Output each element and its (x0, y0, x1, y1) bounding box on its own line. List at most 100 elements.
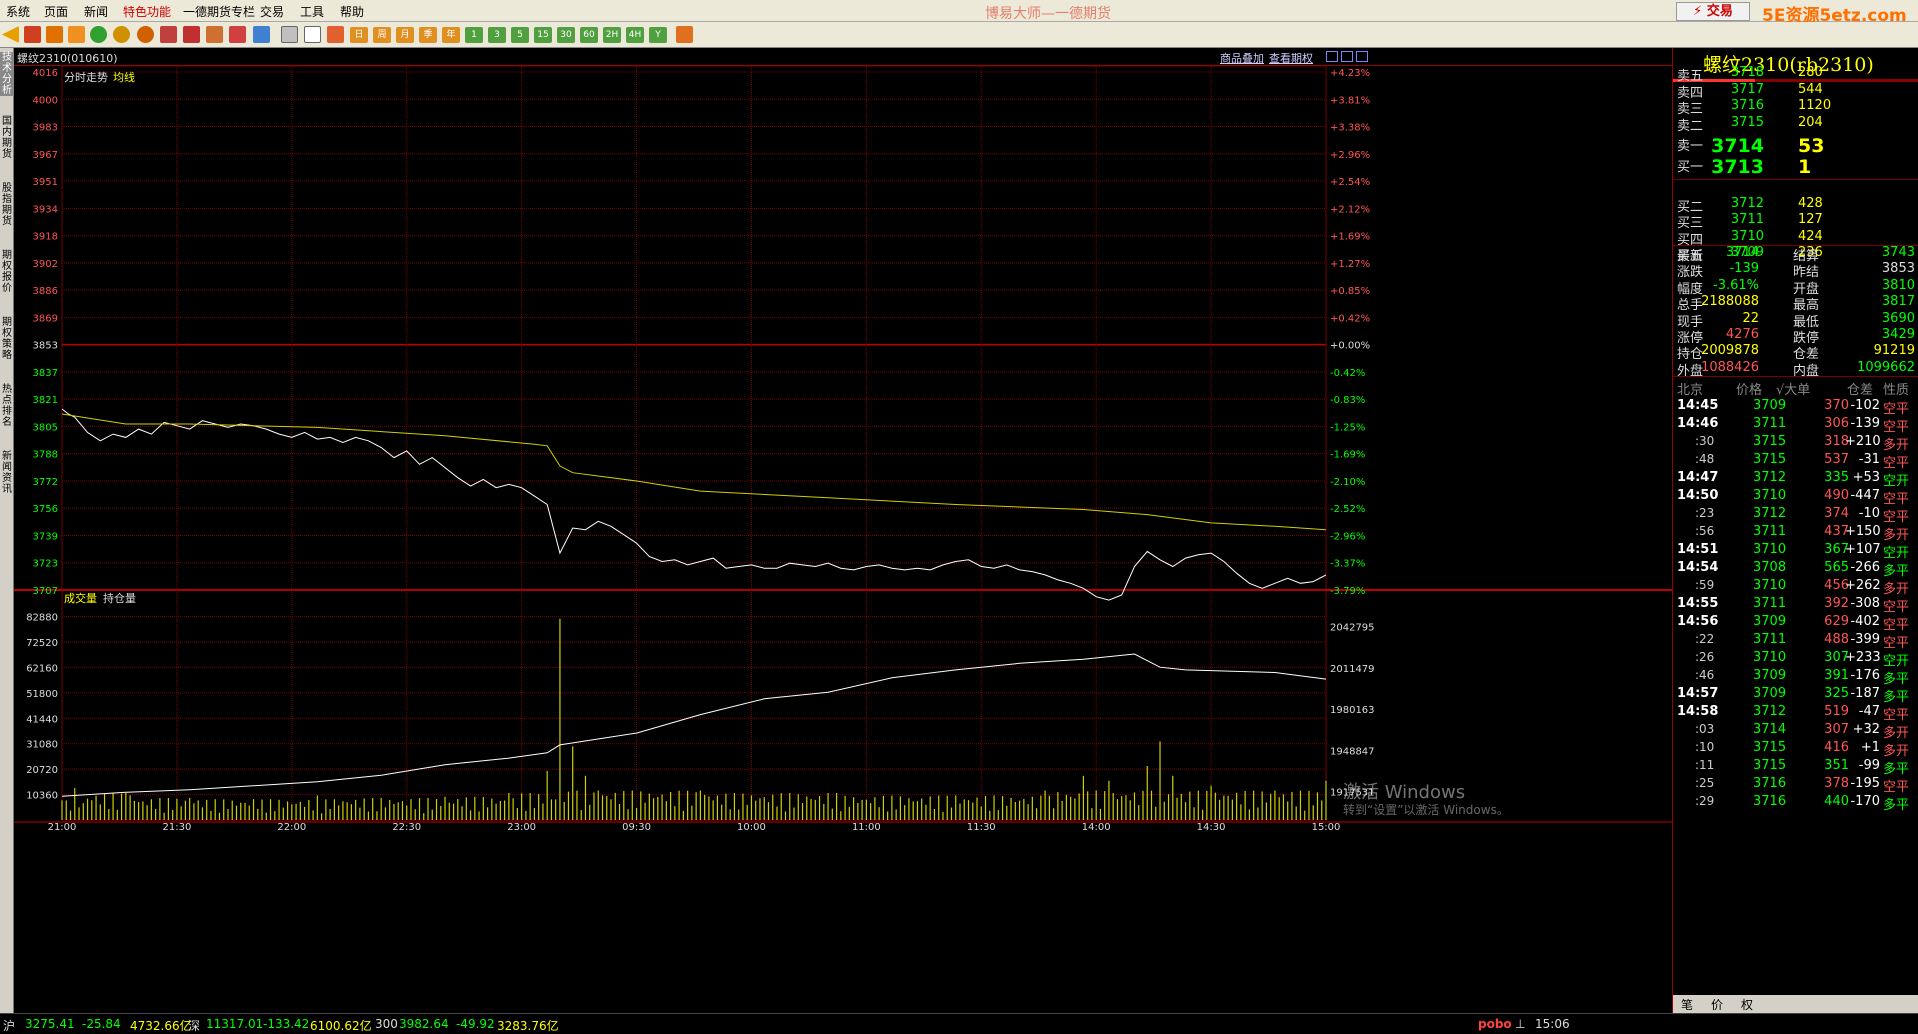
tick-time: :23 (1695, 506, 1715, 520)
ask-label: 卖二 (1677, 118, 1704, 134)
left-tab-options-strategy[interactable]: 期权策略 (0, 317, 14, 361)
ask-price: 3716 (1730, 98, 1764, 113)
time-tick-label: 11:00 (852, 822, 881, 833)
period-60min-button[interactable]: 60 (580, 27, 598, 43)
price-panel-frame (61, 66, 1327, 591)
left-tab-options-quote[interactable]: 期权报价 (0, 250, 14, 294)
overlay-link[interactable]: 商品叠加 (1220, 50, 1264, 66)
back-arrow-icon[interactable] (2, 26, 19, 43)
filter-icon[interactable] (229, 26, 246, 43)
menu-yide-column[interactable]: 一德期货专栏 (183, 3, 255, 20)
layout-icon-1[interactable] (1326, 51, 1338, 62)
tick-time: 14:46 (1677, 416, 1719, 431)
period-5min-button[interactable]: 5 (511, 27, 529, 43)
period-1min-button[interactable]: 1 (465, 27, 483, 43)
tab-rights[interactable]: 权 (1741, 996, 1753, 1013)
period-30min-button[interactable]: 30 (557, 27, 575, 43)
period-day-button[interactable]: 日 (350, 27, 368, 43)
tick-time: :48 (1695, 452, 1715, 466)
table-icon[interactable] (281, 26, 298, 43)
tick-oi-change: -99 (1858, 758, 1880, 773)
search-icon[interactable] (113, 26, 130, 43)
time-tick-label: 21:30 (162, 822, 191, 833)
left-tab-hot-ranking[interactable]: 热点排名 (0, 384, 14, 428)
tick-price: 3716 (1753, 776, 1787, 791)
brush-icon[interactable] (206, 26, 223, 43)
tick-oi-change: +262 (1845, 578, 1881, 593)
time-tick-label: 22:30 (392, 822, 421, 833)
tick-volume: 367 (1824, 542, 1849, 557)
tick-price: 3711 (1753, 416, 1787, 431)
left-tab-news[interactable]: 新闻资讯 (0, 451, 14, 495)
status-sh-change: -25.84 (82, 1017, 121, 1031)
price-tick-label: 4000 (33, 95, 58, 106)
layout-icon-3[interactable] (1356, 51, 1368, 62)
calendar-icon[interactable] (676, 26, 693, 43)
time-tick-label: 21:00 (48, 822, 77, 833)
ask-row[interactable]: 卖一 3714 53 (1673, 135, 1918, 157)
left-tab-domestic-futures[interactable]: 国内期货 (0, 116, 14, 160)
period-15min-button[interactable]: 15 (534, 27, 552, 43)
tick-volume: 456 (1824, 578, 1849, 593)
menu-trade[interactable]: 交易 (260, 3, 284, 20)
menu-system[interactable]: 系统 (6, 3, 30, 20)
period-2h-button[interactable]: 2H (603, 27, 621, 43)
time-tick-label: 15:00 (1312, 822, 1341, 833)
price-tick-label: 3951 (33, 177, 58, 188)
bid-row[interactable]: 买一 3713 1 (1673, 156, 1918, 178)
tick-volume: 374 (1824, 506, 1849, 521)
period-year-button[interactable]: 年 (442, 27, 460, 43)
zoom-icon[interactable] (137, 26, 154, 43)
tick-volume: 440 (1824, 794, 1849, 809)
stat-value: -3.61% (1713, 277, 1759, 293)
tick-time: 14:57 (1677, 686, 1719, 701)
price-tick-label: 3934 (33, 204, 58, 215)
period-quarter-button[interactable]: 季 (419, 27, 437, 43)
menu-page[interactable]: 页面 (44, 3, 68, 20)
folder-icon[interactable] (68, 26, 85, 43)
status-sh-amount: 4732.66亿 (130, 1019, 192, 1033)
period-4h-button[interactable]: 4H (626, 27, 644, 43)
window-icon[interactable] (160, 26, 177, 43)
period-3min-button[interactable]: 3 (488, 27, 506, 43)
tick-time: 14:47 (1677, 470, 1719, 485)
price-tick-label: 3902 (33, 259, 58, 270)
tick-oi-change: +150 (1845, 524, 1881, 539)
home-icon[interactable] (24, 26, 41, 43)
tick-price: 3715 (1753, 740, 1787, 755)
time-tick-label: 14:00 (1082, 822, 1111, 833)
menu-help[interactable]: 帮助 (340, 3, 364, 20)
tick-kind: 空平 (1883, 420, 1910, 435)
kline-icon[interactable] (327, 26, 344, 43)
tab-trades[interactable]: 笔 (1681, 996, 1693, 1013)
refresh-icon[interactable] (90, 26, 107, 43)
tick-divider (1673, 376, 1918, 377)
left-tab-technical[interactable]: 技术分析 (0, 52, 14, 96)
layout-icon-2[interactable] (1341, 51, 1353, 62)
trend-chart-icon[interactable] (304, 26, 321, 43)
tick-volume: 490 (1824, 488, 1849, 503)
status-hs300-change: -49.92 (456, 1017, 495, 1031)
draw-pen-icon[interactable] (183, 26, 200, 43)
period-custom-button[interactable]: Y (649, 27, 667, 43)
period-month-button[interactable]: 月 (396, 27, 414, 43)
ask-volume: 544 (1798, 81, 1823, 97)
tick-price: 3709 (1753, 686, 1787, 701)
menu-news[interactable]: 新闻 (84, 3, 108, 20)
pct-tick-label: -0.42% (1330, 368, 1365, 379)
tick-row[interactable]: :29 3716 440 -170 多平 (1673, 794, 1918, 816)
menu-special[interactable]: 特色功能 (123, 3, 171, 20)
chart-tool-icon[interactable] (253, 26, 270, 43)
menu-tools[interactable]: 工具 (300, 3, 324, 20)
tick-kind: 空平 (1883, 600, 1910, 615)
intraday-chart[interactable]: 4016 +4.23% 4000 +3.81% 3983 +3.38% 3967 +2.96%… (14, 66, 1672, 1013)
trade-button[interactable]: ⚡ 交易 (1676, 2, 1750, 21)
tab-price[interactable]: 价 (1711, 996, 1723, 1013)
ask-row[interactable]: 卖二 3715 204 (1673, 115, 1918, 135)
left-tab-index-futures[interactable]: 股指期货 (0, 183, 14, 227)
period-week-button[interactable]: 周 (373, 27, 391, 43)
book-icon[interactable] (46, 26, 63, 43)
tick-header-vol[interactable]: √大单 (1776, 379, 1810, 398)
volume-tick-label: 82880 (26, 613, 58, 624)
view-options-link[interactable]: 查看期权 (1269, 50, 1313, 66)
